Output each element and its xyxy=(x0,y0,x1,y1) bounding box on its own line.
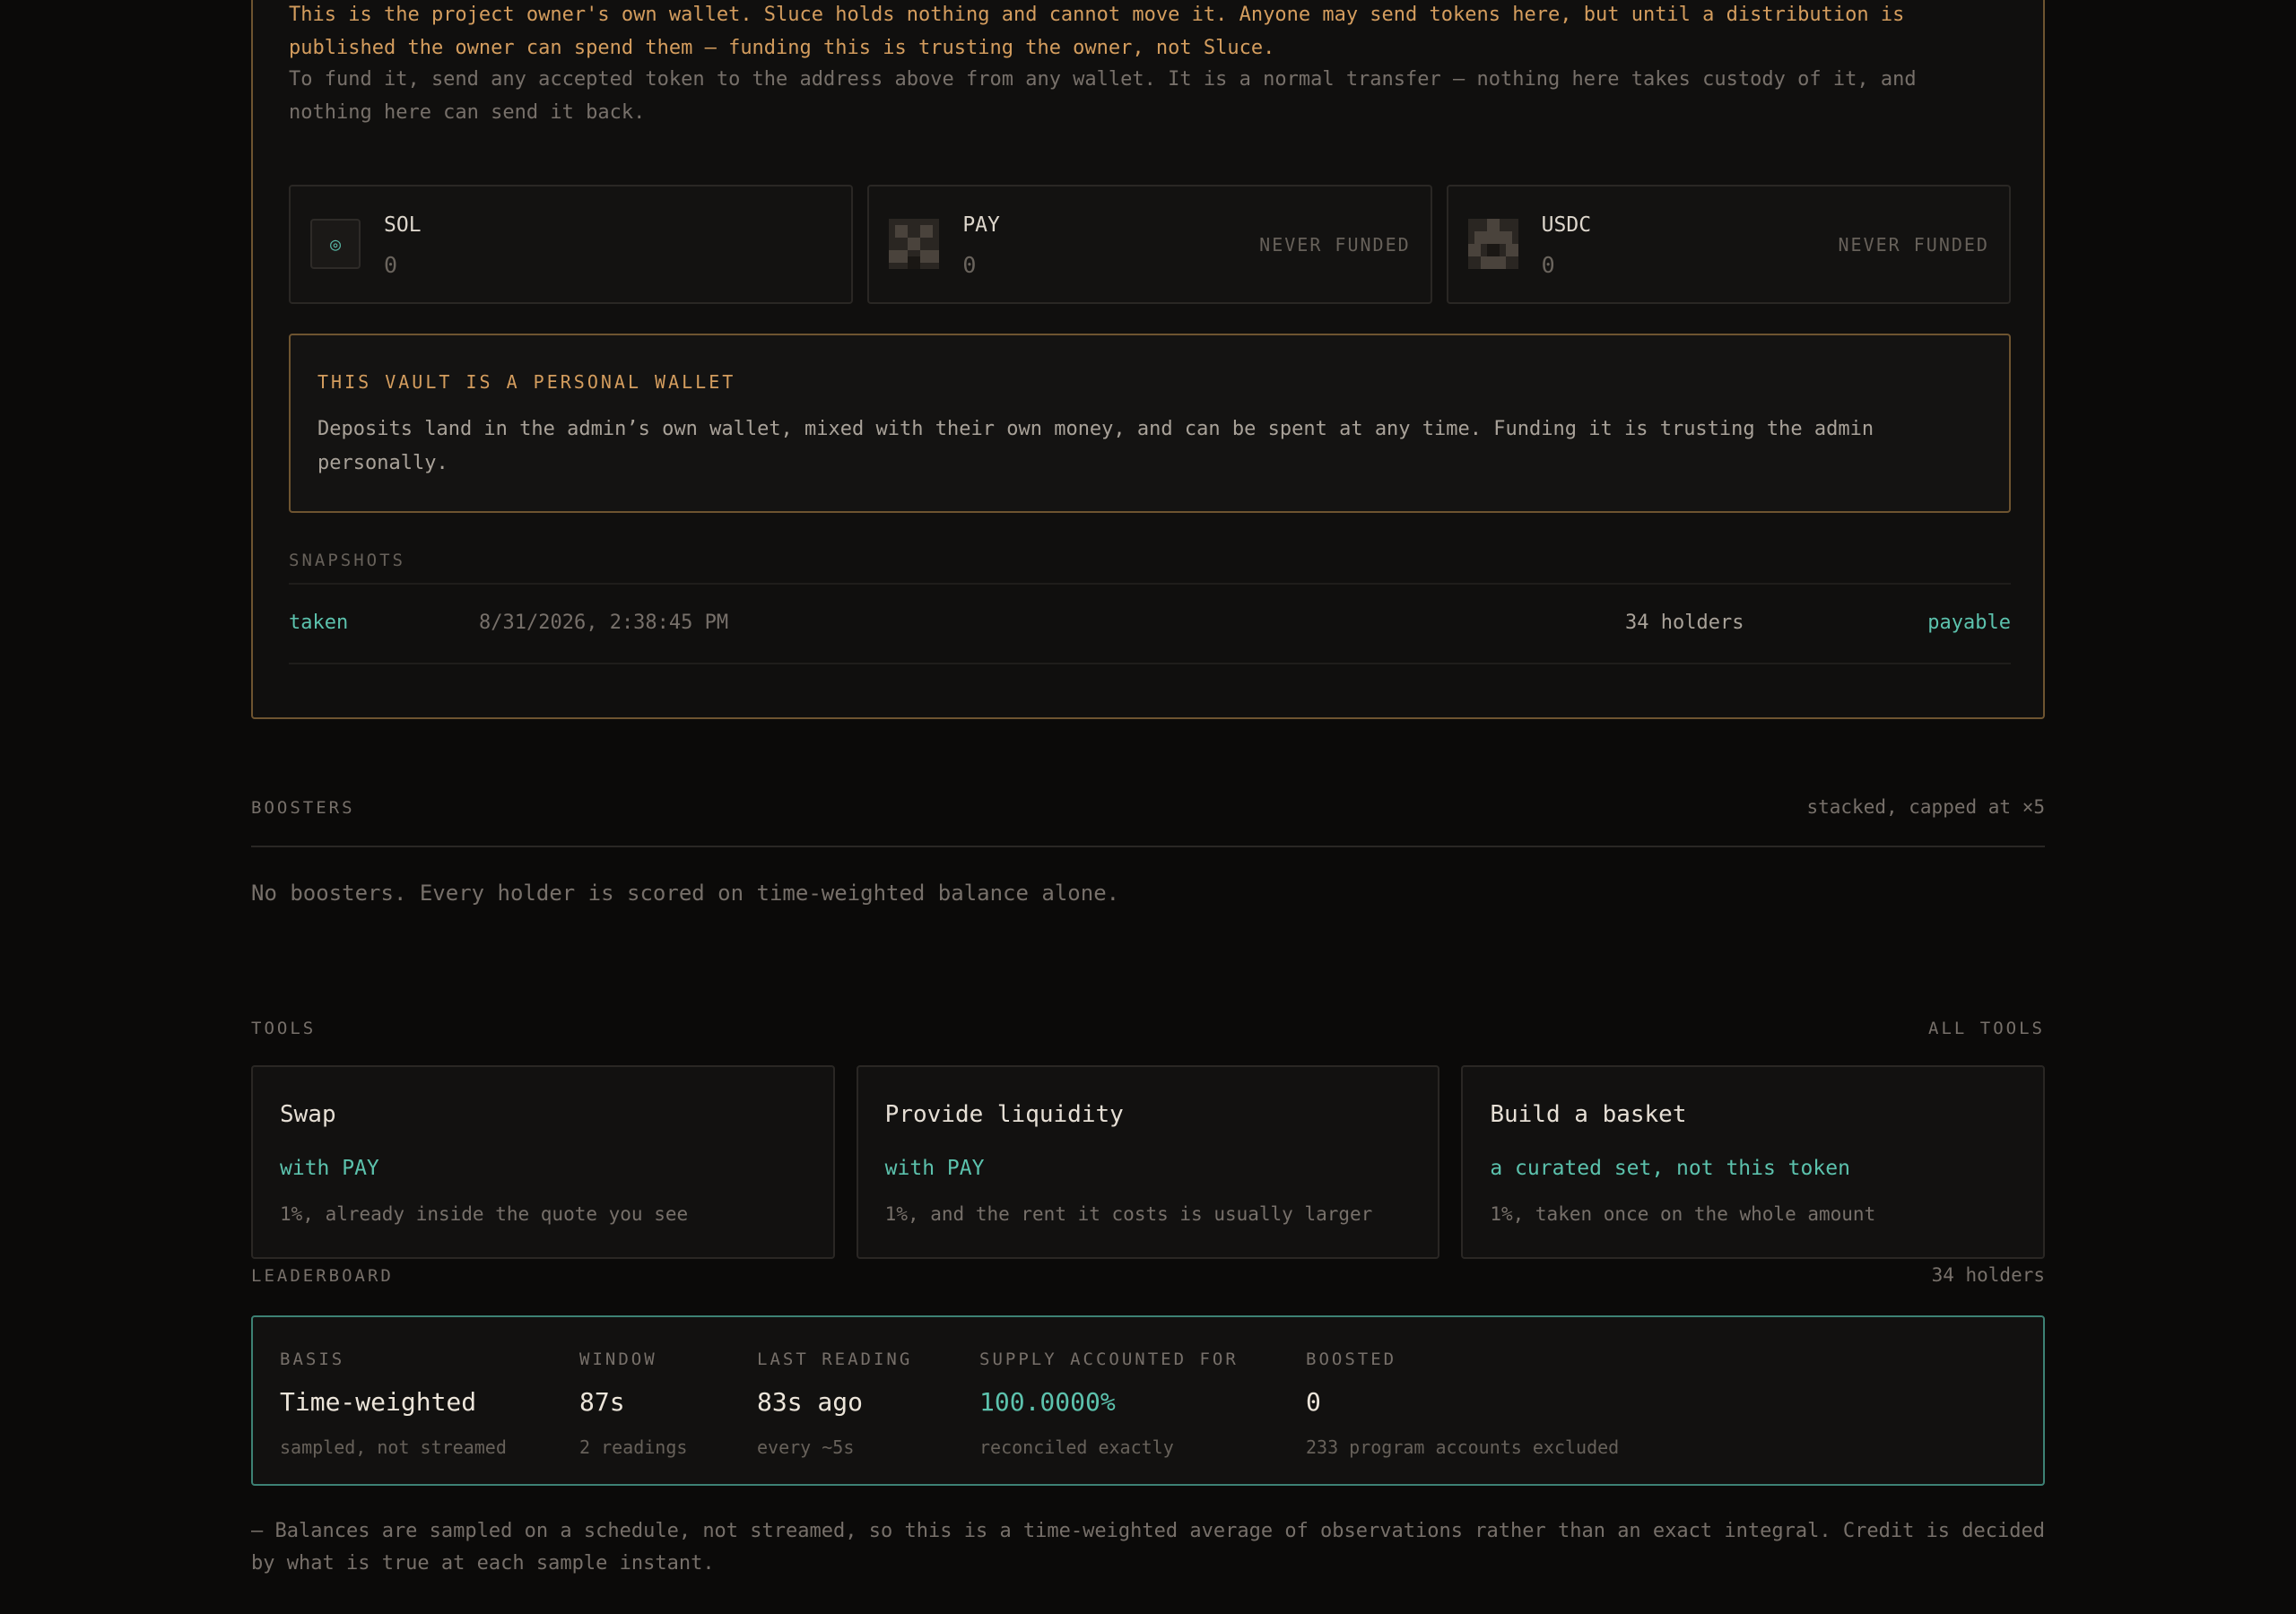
sol-coin-icon: ◎ xyxy=(310,219,361,269)
stat-label: LAST READING xyxy=(757,1349,913,1369)
vault-panel: This is the project owner's own wallet. … xyxy=(251,0,2045,719)
stat-label: SUPPLY ACCOUNTED FOR xyxy=(979,1349,1239,1369)
snapshot-row[interactable]: taken 8/31/2026, 2:38:45 PM 34 holders p… xyxy=(289,583,2011,664)
tools-heading: TOOLS xyxy=(251,1019,317,1038)
stat-sub: sampled, not streamed xyxy=(280,1436,507,1458)
boosters-empty-state: No boosters. Every holder is scored on t… xyxy=(251,881,1120,906)
boosters-heading: BOOSTERS xyxy=(251,798,355,818)
tool-subtitle: with PAY xyxy=(884,1157,985,1180)
stat-label: BOOSTED xyxy=(1306,1349,1397,1369)
tool-fee: 1%, and the rent it costs is usually lar… xyxy=(884,1203,1373,1225)
stat-window: WINDOW 87s 2 readings xyxy=(579,1349,687,1458)
all-tools-link[interactable]: ALL TOOLS xyxy=(1928,1019,2045,1038)
stat-value: Time-weighted xyxy=(280,1387,477,1417)
tool-title: Swap xyxy=(280,1101,336,1128)
alert-title: THIS VAULT IS A PERSONAL WALLET xyxy=(317,371,736,393)
stat-supply-accounted: SUPPLY ACCOUNTED FOR 100.0000% reconcile… xyxy=(979,1349,1239,1458)
leaderboard-holders-count: 34 holders xyxy=(1931,1264,2045,1286)
tool-fee: 1%, taken once on the whole amount xyxy=(1490,1203,1876,1225)
stat-value: 0 xyxy=(1306,1387,1321,1417)
personal-wallet-alert: THIS VAULT IS A PERSONAL WALLET Deposits… xyxy=(289,334,2011,513)
pixel-token-icon xyxy=(1467,219,1518,269)
owner-wallet-warning: This is the project owner's own wallet. … xyxy=(289,4,1905,59)
boosters-cap-note: stacked, capped at ×5 xyxy=(1806,796,2045,818)
token-name: PAY xyxy=(962,213,1000,237)
tool-title: Provide liquidity xyxy=(884,1101,1124,1128)
tool-card-provide-liquidity[interactable]: Provide liquidity with PAY 1%, and the r… xyxy=(856,1065,1440,1259)
stat-value: 87s xyxy=(579,1387,625,1417)
token-card-usdc: USDC 0 NEVER FUNDED xyxy=(1446,185,2011,304)
token-balances: ◎ SOL 0 PAY 0 NEVER FUNDED USDC 0 NEVER … xyxy=(289,185,2011,304)
pixel-token-icon xyxy=(889,219,940,269)
snapshot-holders: 34 holders xyxy=(1625,612,1744,634)
snapshot-timestamp: 8/31/2026, 2:38:45 PM xyxy=(479,612,729,634)
never-funded-badge: NEVER FUNDED xyxy=(1259,234,1411,256)
tools-grid: Swap with PAY 1%, already inside the quo… xyxy=(251,1065,2046,1259)
page: This is the project owner's own wallet. … xyxy=(0,0,2296,1614)
snapshots-heading: SNAPSHOTS xyxy=(289,551,405,570)
stat-value: 83s ago xyxy=(757,1387,864,1417)
never-funded-badge: NEVER FUNDED xyxy=(1838,234,1989,256)
alert-body: Deposits land in the admin’s own wallet,… xyxy=(317,418,1874,474)
tool-title: Build a basket xyxy=(1490,1101,1687,1128)
tool-subtitle: with PAY xyxy=(280,1157,379,1180)
stat-label: WINDOW xyxy=(579,1349,657,1369)
token-amount: 0 xyxy=(1541,252,1555,278)
tool-fee: 1%, already inside the quote you see xyxy=(280,1203,689,1225)
token-card-pay: PAY 0 NEVER FUNDED xyxy=(867,185,1432,304)
stat-sub: 2 readings xyxy=(579,1436,688,1458)
stat-sub: reconciled exactly xyxy=(979,1436,1174,1458)
leaderboard-heading: LEADERBOARD xyxy=(251,1266,394,1286)
funding-instructions: To fund it, send any accepted token to t… xyxy=(289,68,1917,124)
stat-last-reading: LAST READING 83s ago every ~5s xyxy=(757,1349,912,1458)
stat-label: BASIS xyxy=(280,1349,345,1369)
stat-basis: BASIS Time-weighted sampled, not streame… xyxy=(280,1349,507,1458)
leaderboard-stats-panel: BASIS Time-weighted sampled, not streame… xyxy=(251,1315,2045,1486)
token-name: USDC xyxy=(1541,213,1592,237)
sampling-footnote: — Balances are sampled on a schedule, no… xyxy=(251,1520,2046,1575)
token-card-sol: ◎ SOL 0 xyxy=(289,185,854,304)
stat-sub: every ~5s xyxy=(757,1436,855,1458)
divider xyxy=(251,846,2045,847)
tool-card-build-basket[interactable]: Build a basket a curated set, not this t… xyxy=(1461,1065,2046,1259)
stat-boosted: BOOSTED 0 233 program accounts excluded xyxy=(1306,1349,1619,1458)
tool-card-swap[interactable]: Swap with PAY 1%, already inside the quo… xyxy=(251,1065,835,1259)
snapshot-payable-badge: payable xyxy=(1927,612,2011,634)
tool-subtitle: a curated set, not this token xyxy=(1490,1157,1850,1180)
stat-value: 100.0000% xyxy=(979,1387,1116,1417)
token-amount: 0 xyxy=(384,252,398,278)
token-amount: 0 xyxy=(962,252,977,278)
snapshot-status: taken xyxy=(289,612,349,634)
token-name: SOL xyxy=(384,213,422,237)
stat-sub: 233 program accounts excluded xyxy=(1306,1436,1620,1458)
